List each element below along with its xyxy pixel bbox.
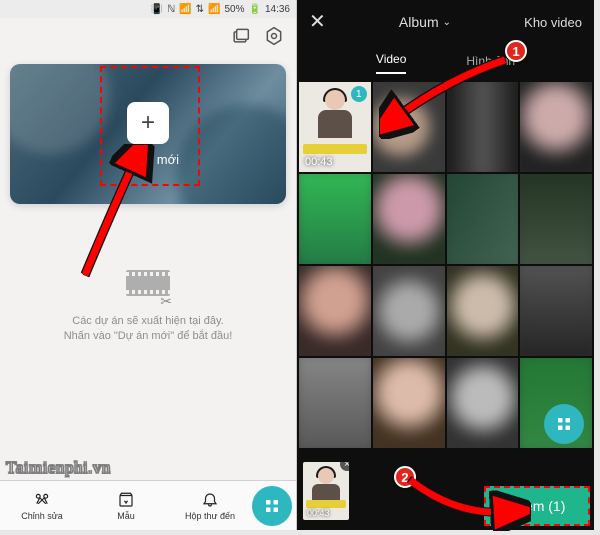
empty-line-2: Nhấn vào "Dự án mới" để bắt đầu!	[64, 329, 233, 344]
media-thumb[interactable]	[373, 174, 445, 264]
nav-edit[interactable]: Chỉnh sửa	[0, 491, 84, 521]
picker-header: ✕ Album ⌄ Kho video	[297, 0, 594, 44]
top-toolbar	[0, 18, 296, 58]
nav-inbox[interactable]: Hộp thư đến	[168, 491, 252, 521]
media-thumb[interactable]	[447, 358, 519, 448]
empty-state: ✂ Các dự án sẽ xuất hiện tại đây. Nhấn v…	[0, 270, 296, 345]
media-thumb[interactable]	[447, 82, 519, 172]
media-tabs: Video Hình ảnh	[297, 44, 594, 80]
chevron-down-icon: ⌄	[443, 17, 451, 28]
nav-template[interactable]: Mẫu	[84, 491, 168, 521]
media-thumb[interactable]	[299, 174, 371, 264]
apps-fab[interactable]	[252, 486, 292, 526]
media-thumb[interactable]	[373, 82, 445, 172]
data-icon: ⇅	[196, 4, 204, 15]
media-thumb[interactable]	[299, 266, 371, 356]
watermark: Taimienphi.vn	[6, 458, 111, 478]
new-project-card[interactable]: + Dự án mới	[10, 64, 286, 204]
settings-icon[interactable]	[264, 26, 284, 51]
remove-icon[interactable]: ×	[340, 462, 349, 471]
screen-left: 📳 ℕ 📶 ⇅ 📶 50% 🔋 14:36 + Dự án mới ✂ Các …	[0, 0, 297, 530]
media-thumb[interactable]	[447, 174, 519, 264]
status-bar: 📳 ℕ 📶 ⇅ 📶 50% 🔋 14:36	[0, 0, 296, 18]
selection-badge: 1	[351, 86, 367, 102]
media-thumb[interactable]	[520, 174, 592, 264]
close-icon[interactable]: ✕	[309, 12, 326, 32]
nfc-icon: ℕ	[167, 4, 175, 15]
media-thumb[interactable]	[520, 82, 592, 172]
album-dropdown[interactable]: Album ⌄	[399, 14, 451, 30]
media-thumb[interactable]	[447, 266, 519, 356]
media-thumb[interactable]	[520, 266, 592, 356]
folder-icon[interactable]	[230, 26, 250, 51]
tray-thumb[interactable]: 00:43 ×	[303, 462, 349, 520]
vibrate-icon: 📳	[151, 4, 163, 15]
bottom-nav: Chỉnh sửa Mẫu Hộp thư đến	[0, 480, 296, 530]
signal-icon: 📶	[208, 4, 220, 15]
media-thumb[interactable]	[373, 266, 445, 356]
filmstrip-icon: ✂	[126, 270, 170, 304]
battery-pct: 50%	[225, 4, 245, 15]
tab-video[interactable]: Video	[376, 52, 406, 74]
annotation-step-2: 2	[394, 466, 416, 488]
media-thumb[interactable]	[299, 358, 371, 448]
add-button[interactable]: Thêm (1)	[484, 486, 590, 526]
stock-video-link[interactable]: Kho video	[524, 15, 582, 30]
duration-label: 00:43	[305, 156, 333, 168]
plus-icon[interactable]: +	[127, 102, 169, 144]
empty-line-1: Các dự án sẽ xuất hiện tại đây.	[64, 314, 233, 329]
clock: 14:36	[265, 4, 290, 15]
media-gallery: 1 00:43	[297, 80, 594, 450]
media-thumb[interactable]	[373, 358, 445, 448]
battery-icon: 🔋	[249, 4, 261, 15]
new-project-label: Dự án mới	[117, 152, 179, 167]
tray-duration: 00:43	[307, 508, 330, 518]
media-thumb-selected[interactable]: 1 00:43	[299, 82, 371, 172]
wifi-icon: 📶	[179, 4, 191, 15]
screen-right: ✕ Album ⌄ Kho video Video Hình ảnh 1 00:…	[297, 0, 594, 530]
apps-fab-right[interactable]	[544, 404, 584, 444]
annotation-step-1: 1	[505, 40, 527, 62]
